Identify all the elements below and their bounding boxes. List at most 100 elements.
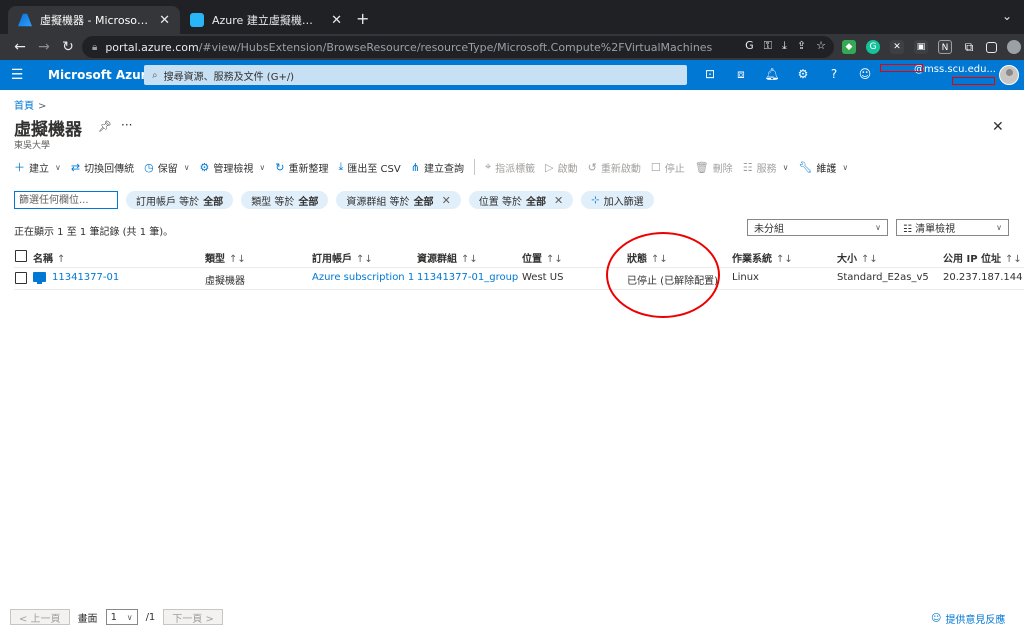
column-header-subscription[interactable]: 訂用帳戶 ↑↓ — [312, 250, 373, 265]
column-header-type[interactable]: 類型 ↑↓ — [205, 250, 246, 265]
column-header-location[interactable]: 位置 ↑↓ — [522, 250, 563, 265]
google-icon[interactable]: G — [745, 39, 754, 53]
chevron-down-icon[interactable]: ⌄ — [1002, 9, 1012, 23]
browser-toolbar: ← → ↻ 🔒︎ portal.azure.com/#view/HubsExte… — [0, 34, 1024, 60]
filter-pill-subscription[interactable]: 訂用帳戶 等於 全部 — [126, 191, 234, 209]
close-icon[interactable]: ✕ — [442, 194, 451, 207]
url-path: /#view/HubsExtension/BrowseResource/reso… — [198, 40, 713, 54]
resource-group-link[interactable]: 11341377-01_group — [417, 272, 518, 283]
delete-button[interactable]: 🗑︎ 刪除 — [695, 160, 733, 175]
star-icon[interactable]: ☆ — [816, 39, 826, 53]
address-bar[interactable]: 🔒︎ portal.azure.com/#view/HubsExtension/… — [82, 36, 834, 58]
gear-icon[interactable]: ⚙ — [795, 67, 811, 82]
chevron-down-icon: ∨ — [996, 223, 1002, 232]
gear-icon: ⚙ — [199, 160, 210, 174]
lock-icon: 🔒︎ — [92, 41, 98, 53]
add-filter-button[interactable]: ⊹ 加入篩選 — [581, 191, 654, 209]
more-icon[interactable]: ··· — [121, 118, 132, 132]
close-icon[interactable]: ✕ — [159, 13, 170, 28]
tag-icon: ⌖ — [484, 160, 492, 173]
close-icon[interactable]: ✕ — [554, 194, 563, 207]
cell-location: West US — [522, 272, 564, 283]
column-header-name[interactable]: 名稱 ↑ — [33, 250, 65, 265]
sidepanel-icon[interactable] — [986, 41, 997, 53]
select-all-checkbox[interactable] — [15, 250, 27, 262]
close-icon[interactable]: ✕ — [331, 13, 342, 28]
back-icon[interactable]: ← — [8, 39, 32, 55]
manage-view-button[interactable]: ⚙ 管理檢視 ∨ — [200, 160, 266, 175]
list-icon: ☷ — [903, 224, 916, 235]
stop-button[interactable]: ☐ 停止 — [651, 160, 685, 175]
page-select[interactable]: 1 ∨ — [105, 609, 138, 625]
stop-icon: ☐ — [650, 160, 661, 174]
next-page-button[interactable]: 下一頁 > — [163, 609, 223, 625]
filter-pill-resource-group[interactable]: 資源群組 等於 全部 ✕ — [336, 191, 461, 209]
filter-pill-location[interactable]: 位置 等於 全部 ✕ — [468, 191, 574, 209]
directory-filter-icon[interactable]: ⧈ — [733, 67, 749, 82]
table-row: 11341377-01 虛擬機器 Azure subscription 1 11… — [14, 268, 1024, 290]
puzzle-icon[interactable]: ⧉ — [962, 40, 976, 54]
camera-icon[interactable]: ▣ — [914, 40, 928, 54]
start-button[interactable]: ▷ 啟動 — [545, 160, 577, 175]
restart-button[interactable]: ↺ 重新啟動 — [588, 160, 641, 175]
avatar[interactable] — [999, 65, 1019, 85]
filter-bar: 訂用帳戶 等於全部 類型 等於全部 資源群組 等於全部✕ 位置 等於全部✕ ⊹加… — [14, 191, 654, 209]
prev-page-button[interactable]: < 上一頁 — [10, 609, 70, 625]
plus-icon: ＋ — [14, 161, 25, 174]
cell-type: 虛擬機器 — [205, 276, 245, 287]
pin-icon[interactable]: 📌︎ — [98, 120, 112, 133]
row-checkbox[interactable] — [15, 272, 27, 284]
close-icon[interactable]: ✕ — [992, 119, 1004, 135]
search-placeholder: 搜尋資源、服務及文件 (G+/) — [163, 71, 295, 83]
feedback-icon[interactable]: ☺ — [857, 67, 873, 82]
browser-tab-ithome[interactable]: Azure 建立虛擬機器 - iT 邦幫忙... ✕ — [180, 6, 352, 34]
switch-icon: ⇄ — [70, 160, 81, 174]
install-icon[interactable]: ⤓ — [782, 39, 787, 53]
breadcrumb-home[interactable]: 首頁 — [14, 101, 34, 112]
grouping-dropdown[interactable]: 未分組 ∨ — [747, 219, 888, 236]
extension-icon[interactable]: ◆ — [842, 40, 856, 54]
reload-icon[interactable]: ↻ — [56, 39, 80, 55]
assign-tags-button[interactable]: ⌖ 指派標籤 — [485, 160, 535, 175]
page-label: 畫面 — [77, 613, 98, 625]
feedback-icon: ☺ — [931, 613, 942, 624]
chevron-down-icon: ∨ — [842, 162, 849, 172]
browser-tab-azure[interactable]: 虛擬機器 - Microsoft Azure ✕ — [8, 6, 180, 34]
view-dropdown[interactable]: ☷ 清單檢視 ∨ — [896, 219, 1009, 236]
global-search-input[interactable]: ⌕ 搜尋資源、服務及文件 (G+/) — [144, 65, 687, 85]
vm-name-link[interactable]: 11341377-01 — [52, 272, 119, 283]
export-csv-button[interactable]: ⤓ 匯出至 CSV — [339, 160, 401, 175]
filter-input[interactable] — [14, 191, 118, 209]
column-header-os[interactable]: 作業系統 ↑↓ — [732, 250, 793, 265]
forward-icon[interactable]: → — [32, 39, 56, 55]
help-icon[interactable]: ? — [826, 67, 842, 82]
feedback-link[interactable]: ☺ 提供意見反應 — [931, 611, 1005, 626]
services-button[interactable]: ☷ 服務 ∨ — [743, 160, 789, 175]
share-icon[interactable]: ⇪ — [797, 39, 806, 53]
key-icon[interactable]: ⚿ — [764, 39, 772, 53]
subscription-link[interactable]: Azure subscription 1 — [312, 272, 414, 283]
column-header-resource-group[interactable]: 資源群組 ↑↓ — [417, 250, 478, 265]
cell-os: Linux — [732, 272, 759, 283]
open-query-button[interactable]: ⋔ 建立查詢 — [411, 160, 464, 175]
hamburger-icon[interactable]: ☰ — [0, 67, 34, 83]
chevron-down-icon: ∨ — [126, 612, 133, 622]
pager: < 上一頁 畫面 1 ∨ /1 下一頁 > — [10, 609, 223, 625]
switch-classic-button[interactable]: ⇄ 切換回傳統 — [71, 160, 134, 175]
column-header-public-ip[interactable]: 公用 IP 位址 ↑↓ — [943, 250, 1022, 265]
azure-brand[interactable]: Microsoft Azure — [48, 68, 155, 82]
create-button[interactable]: ＋建立 ∨ — [14, 159, 61, 175]
grammarly-icon[interactable]: G — [866, 40, 880, 54]
new-tab-icon[interactable]: + — [356, 9, 369, 28]
column-header-size[interactable]: 大小 ↑↓ — [837, 250, 878, 265]
reservations-button[interactable]: ◷ 保留 ∨ — [144, 160, 189, 175]
filter-pill-type[interactable]: 類型 等於 全部 — [241, 191, 329, 209]
refresh-button[interactable]: ↻ 重新整理 — [275, 160, 328, 175]
maintenance-button[interactable]: 🔧︎ 維護 ∨ — [798, 160, 848, 175]
extension-icon[interactable]: ✕ — [890, 40, 904, 54]
profile-icon[interactable] — [1007, 40, 1021, 54]
clock-icon: ◷ — [144, 160, 154, 174]
notion-icon[interactable]: N — [938, 40, 952, 54]
cloud-shell-icon[interactable]: ⊡ — [702, 67, 718, 82]
bell-icon[interactable]: 🔔︎ — [764, 67, 780, 82]
